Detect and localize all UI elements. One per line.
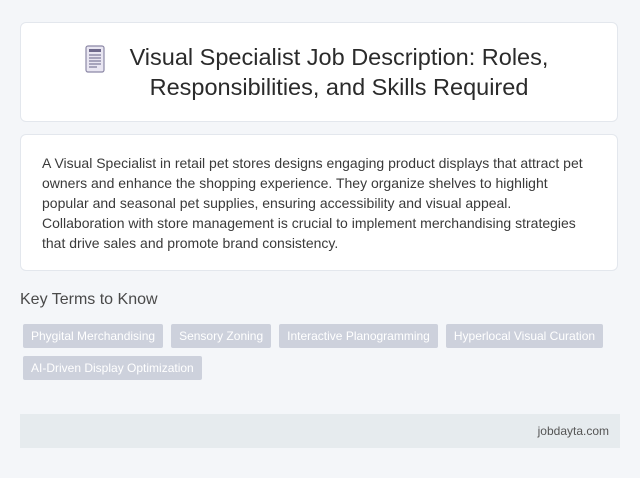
document-icon xyxy=(85,45,105,73)
description-text: A Visual Specialist in retail pet stores… xyxy=(42,155,583,251)
footer: jobdayta.com xyxy=(20,414,620,448)
key-term-tag[interactable]: AI-Driven Display Optimization xyxy=(23,356,202,380)
key-term-tag[interactable]: Interactive Planogramming xyxy=(279,324,438,348)
key-terms-list: Phygital Merchandising Sensory Zoning In… xyxy=(23,324,613,380)
page-title: Visual Specialist Job Description: Roles… xyxy=(129,44,549,100)
key-term-tag[interactable]: Sensory Zoning xyxy=(171,324,272,348)
footer-site-link[interactable]: jobdayta.com xyxy=(538,424,609,438)
key-term-tag[interactable]: Phygital Merchandising xyxy=(23,324,164,348)
title-card: Visual Specialist Job Description: Roles… xyxy=(20,22,618,122)
key-terms-heading: Key Terms to Know xyxy=(20,291,158,308)
key-term-tag[interactable]: Hyperlocal Visual Curation xyxy=(445,324,604,348)
title-wrap: Visual Specialist Job Description: Roles… xyxy=(84,42,554,102)
description-card: A Visual Specialist in retail pet stores… xyxy=(20,134,618,271)
